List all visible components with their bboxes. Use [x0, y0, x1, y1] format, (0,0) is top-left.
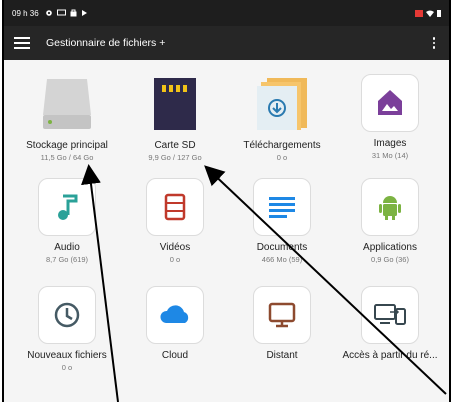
tile-usage: 0 o — [61, 363, 73, 372]
sd-card-icon — [145, 74, 205, 134]
tile-usage: 0,9 Go (36) — [371, 255, 409, 264]
wifi-icon — [426, 10, 434, 17]
tile-cloud[interactable]: Cloud — [120, 286, 230, 361]
tile-label: Carte SD — [154, 140, 196, 151]
tile-usage: 11,5 Go / 64 Go — [40, 153, 94, 162]
download-folder-icon — [252, 74, 312, 134]
tile-usage: 9,9 Go / 127 Go — [148, 153, 202, 162]
tile-label: Audio — [54, 242, 80, 253]
status-system-icons — [415, 9, 441, 17]
tile-usage: 466 Mo (59) — [261, 255, 303, 264]
tile-label: Applications — [363, 242, 417, 253]
battery-icon — [437, 10, 441, 17]
tile-videos[interactable]: Vidéos 0 o — [120, 178, 230, 264]
tile-label: Distant — [266, 350, 298, 361]
document-icon — [253, 178, 311, 236]
status-notification-icons — [45, 9, 88, 17]
tile-images[interactable]: Images 31 Mo (14) — [335, 74, 445, 160]
hamburger-menu-icon[interactable] — [14, 37, 30, 49]
cloud-icon — [146, 286, 204, 344]
tile-label: Nouveaux fichiers — [27, 350, 107, 361]
play-icon — [81, 10, 87, 16]
status-time: 09 h 36 — [12, 8, 39, 18]
status-bar: 09 h 36 — [4, 0, 449, 26]
tile-usage: 31 Mo (14) — [371, 151, 409, 160]
tile-network-access[interactable]: Accès à partir du ré... — [335, 286, 445, 361]
tile-label: Documents — [256, 242, 308, 253]
tile-audio[interactable]: Audio 8,7 Go (619) — [12, 178, 122, 264]
image-icon — [361, 74, 419, 132]
tile-main-storage[interactable]: Stockage principal 11,5 Go / 64 Go — [12, 74, 122, 162]
tile-new-files[interactable]: Nouveaux fichiers 0 o — [12, 286, 122, 372]
app-title: Gestionnaire de fichiers + — [46, 37, 166, 49]
tile-label: Vidéos — [159, 242, 191, 253]
clock-icon — [38, 286, 96, 344]
tile-label: Accès à partir du ré... — [342, 350, 438, 361]
gear-icon — [45, 10, 52, 16]
tile-downloads[interactable]: Téléchargements 0 o — [227, 74, 337, 162]
tile-label: Images — [373, 138, 407, 149]
overflow-menu-icon[interactable] — [429, 35, 440, 51]
bag-icon — [70, 9, 77, 17]
tile-label: Stockage principal — [26, 140, 108, 151]
tile-applications[interactable]: Applications 0,9 Go (36) — [335, 178, 445, 264]
tile-sd-card[interactable]: Carte SD 9,9 Go / 127 Go — [120, 74, 230, 162]
app-bar: Gestionnaire de fichiers + — [4, 26, 449, 60]
music-icon — [38, 178, 96, 236]
tile-remote[interactable]: Distant — [227, 286, 337, 361]
tile-usage: 0 o — [276, 153, 288, 162]
monitor-icon — [253, 286, 311, 344]
tile-usage: 0 o — [169, 255, 181, 264]
tile-label: Téléchargements — [243, 140, 321, 151]
tile-documents[interactable]: Documents 466 Mo (59) — [227, 178, 337, 264]
film-icon — [146, 178, 204, 236]
android-icon — [361, 178, 419, 236]
tile-label: Cloud — [161, 350, 189, 361]
devices-icon — [361, 286, 419, 344]
screen-frame: 09 h 36 Gestionnaire de fichiers + Stock… — [2, 0, 451, 402]
message-icon — [56, 9, 66, 16]
tile-usage: 8,7 Go (619) — [45, 255, 89, 264]
drive-icon — [37, 74, 97, 134]
battery-saver-icon — [415, 9, 423, 17]
